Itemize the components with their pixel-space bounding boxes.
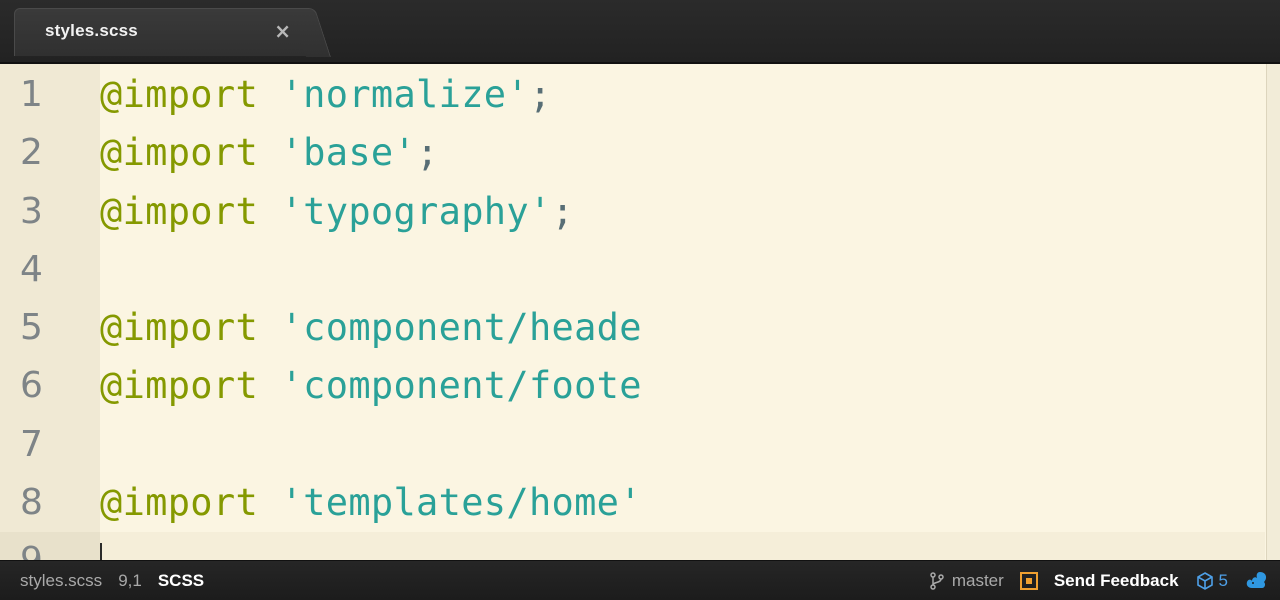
line-number: 1 — [20, 74, 43, 115]
code-area[interactable]: @import 'normalize'; @import 'base'; @impo… — [100, 66, 1265, 560]
code-line[interactable]: @import 'typography'; — [100, 183, 1265, 241]
scss-string: 'component/foote — [258, 364, 642, 408]
git-branch-icon — [930, 572, 944, 590]
line-numbers: 1 2 3 4 5 6 7 8 9 — [0, 66, 100, 560]
scss-string: 'typography' — [258, 189, 552, 233]
status-bar: styles.scss 9,1 SCSS master Send Feedbac… — [0, 560, 1280, 600]
scss-keyword: @import — [100, 189, 259, 233]
tab-bar: styles.scss × — [0, 0, 1280, 64]
cube-indicator[interactable]: 5 — [1195, 571, 1228, 591]
line-number: 5 — [20, 307, 43, 349]
scss-keyword: @import — [100, 481, 259, 525]
close-icon[interactable]: × — [274, 19, 291, 43]
squirrel-indicator[interactable] — [1244, 570, 1268, 592]
scss-keyword: @import — [100, 73, 259, 116]
code-line[interactable]: @import 'component/foote — [100, 357, 1265, 415]
scss-string: 'templates/home' — [258, 481, 642, 525]
branch-name: master — [951, 571, 1004, 590]
editor-window: styles.scss × 1 2 3 4 5 6 7 8 9 @import 'normali… — [0, 0, 1280, 600]
code-line[interactable] — [100, 532, 1265, 560]
tab-styles-scss[interactable]: styles.scss × — [14, 8, 310, 56]
cursor-position[interactable]: 9,1 — [118, 561, 142, 600]
squirrel-icon — [1246, 572, 1267, 588]
line-number: 7 — [20, 423, 43, 465]
code-line[interactable]: @import 'component/heade — [100, 299, 1265, 357]
status-filename: styles.scss — [20, 571, 103, 590]
line-number-gutter: 1 2 3 4 5 6 7 8 9 — [0, 64, 100, 560]
line-number: 8 — [20, 482, 43, 524]
scss-string: 'base' — [258, 131, 417, 175]
scss-punctuation: ; — [416, 131, 439, 175]
package-control-icon — [1019, 572, 1038, 590]
code-editor[interactable]: 123456789 @import 'normalize';@import 'b… — [0, 64, 1280, 560]
code-line[interactable]: @import 'normalize'; — [100, 66, 1265, 124]
scss-keyword: @import — [100, 131, 259, 175]
code-line[interactable] — [100, 241, 1265, 299]
package-control[interactable] — [1019, 572, 1038, 590]
cube-icon — [1196, 572, 1213, 590]
vertical-scrollbar[interactable] — [1266, 64, 1280, 560]
scss-string: 'component/heade — [258, 306, 642, 350]
text-cursor — [100, 542, 102, 560]
code-line[interactable] — [100, 416, 1265, 474]
send-feedback-button[interactable]: Send Feedback — [1054, 571, 1179, 591]
scss-keyword: @import — [100, 306, 259, 350]
line-number: 4 — [20, 248, 43, 290]
scss-string: 'normalize' — [258, 73, 529, 116]
line-number: 9 — [0, 532, 100, 560]
scss-punctuation: ; — [528, 73, 552, 116]
code-line[interactable]: @import 'base'; — [100, 124, 1265, 182]
scss-punctuation: ; — [551, 189, 575, 233]
git-branch-indicator[interactable]: master — [930, 571, 1004, 591]
code-line[interactable]: @import 'templates/home' — [100, 474, 1265, 532]
scss-keyword: @import — [100, 364, 259, 408]
syntax-mode[interactable]: SCSS — [158, 561, 204, 600]
line-number: 3 — [20, 190, 43, 232]
tab-label: styles.scss — [45, 21, 138, 40]
cube-count: 5 — [1218, 571, 1228, 590]
send-feedback-label: Send Feedback — [1053, 571, 1179, 590]
line-number: 6 — [20, 365, 43, 407]
line-number: 2 — [20, 132, 43, 174]
